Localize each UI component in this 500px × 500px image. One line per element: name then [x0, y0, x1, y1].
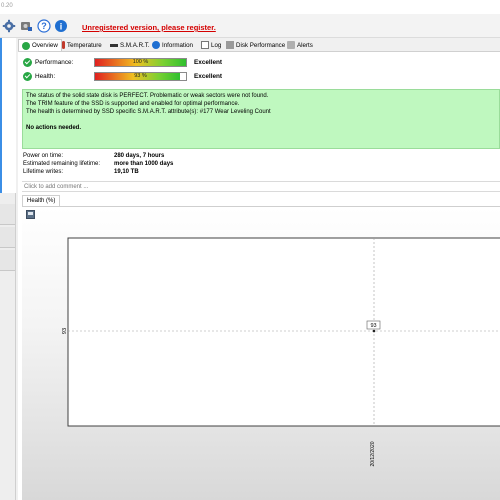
status-message-box: The status of the solid state disk is PE…: [22, 89, 500, 149]
comment-field[interactable]: Click to add comment ...: [22, 181, 500, 192]
status-line-2: The TRIM feature of the SSD is supported…: [26, 101, 240, 107]
toolbar: ? i Unregistered version, please registe…: [0, 14, 500, 38]
selected-disk-item[interactable]: [0, 38, 16, 193]
ok-check-icon: [23, 58, 32, 67]
svg-text:i: i: [60, 22, 63, 32]
tab-log-label: Log: [211, 41, 222, 49]
lifetime-writes-row: Lifetime writes: 19,10 TB: [22, 169, 322, 177]
tab-alerts[interactable]: Alerts: [287, 39, 313, 51]
health-label: Health:: [35, 73, 56, 80]
ok-check-icon: [23, 72, 32, 81]
tab-temperature[interactable]: Temperature: [62, 39, 102, 51]
health-chart-area: 93 20/12/2020 93: [22, 206, 500, 500]
title-bar: 0.20: [0, 0, 500, 14]
help-icon[interactable]: ?: [37, 19, 51, 33]
lifetime-writes-value: 19,10 TB: [114, 169, 139, 175]
tab-temperature-label: Temperature: [67, 41, 102, 49]
health-rating: Excellent: [194, 73, 223, 80]
check-icon: [22, 41, 30, 50]
power-on-row: Power on time: 280 days, 7 hours: [22, 153, 322, 161]
alerts-icon: [287, 41, 295, 49]
sidebar-button-2[interactable]: [0, 227, 15, 248]
performance-row: Performance: 100 % Excellent: [22, 57, 492, 69]
disk-tools-icon[interactable]: [19, 19, 33, 33]
tab-smart[interactable]: S.M.A.R.T.: [110, 39, 150, 51]
power-on-label: Power on time:: [23, 153, 64, 159]
data-point: [372, 329, 376, 333]
health-row: Health: 93 % Excellent: [22, 71, 492, 83]
tab-disk-performance-label: Disk Performance: [236, 41, 286, 49]
performance-rating: Excellent: [194, 59, 223, 66]
app-window: 0.20 ? i Unregistered version, please re…: [0, 0, 500, 500]
y-tick-label: 93: [62, 328, 68, 334]
health-bar: 93 %: [94, 72, 187, 81]
performance-percent: 100 %: [132, 59, 149, 65]
tab-log[interactable]: Log: [201, 39, 221, 51]
version-label: 0.20: [1, 3, 13, 9]
performance-label: Performance:: [35, 59, 74, 66]
tab-alerts-label: Alerts: [297, 41, 313, 49]
data-label: 93: [370, 323, 376, 329]
tab-smart-label: S.M.A.R.T.: [120, 41, 150, 49]
performance-bar: 100 %: [94, 58, 187, 67]
tab-disk-performance[interactable]: Disk Performance: [226, 39, 285, 51]
health-chart: 93 20/12/2020 93: [62, 237, 500, 467]
tab-information[interactable]: Information: [152, 39, 193, 51]
tab-overview-label: Overview: [32, 42, 58, 49]
disk-info: Power on time: 280 days, 7 hours Estimat…: [22, 153, 322, 177]
overview-panel: Performance: 100 % Excellent Health: 93 …: [18, 51, 500, 500]
sidebar-button-3[interactable]: [0, 250, 15, 271]
remaining-lifetime-row: Estimated remaining lifetime: more than …: [22, 161, 322, 169]
disk-list-sidebar: [0, 38, 16, 500]
remaining-lifetime-label: Estimated remaining lifetime:: [23, 161, 101, 167]
status-line-3: The health is determined by SSD specific…: [26, 109, 271, 115]
power-on-value: 280 days, 7 hours: [114, 153, 165, 159]
settings-gear-icon[interactable]: [2, 19, 16, 33]
info-icon: [152, 41, 160, 49]
info-icon[interactable]: i: [54, 19, 68, 33]
x-tick-label: 20/12/2020: [370, 441, 376, 466]
status-line-1: The status of the solid state disk is PE…: [26, 93, 269, 99]
tab-overview[interactable]: Overview: [18, 39, 62, 51]
tab-bar: Overview Temperature S.M.A.R.T. Informat…: [18, 38, 500, 51]
smart-icon: [110, 43, 118, 47]
plot-frame: [67, 237, 500, 427]
sidebar-button-1[interactable]: [0, 204, 15, 225]
performance-icon: [226, 41, 234, 49]
svg-text:?: ?: [41, 21, 47, 31]
tab-health-chart[interactable]: Health (%): [22, 195, 61, 206]
thermometer-icon: [62, 41, 65, 49]
status-actions: No actions needed.: [26, 125, 82, 131]
log-icon: [201, 41, 209, 49]
health-percent: 93 %: [134, 73, 147, 79]
lifetime-writes-label: Lifetime writes:: [23, 169, 64, 175]
register-link[interactable]: Unregistered version, please register.: [82, 23, 216, 32]
tab-information-label: Information: [162, 41, 193, 49]
remaining-lifetime-value: more than 1000 days: [114, 161, 174, 167]
